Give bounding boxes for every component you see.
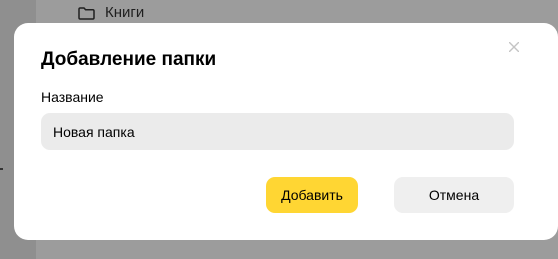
close-icon <box>509 42 519 52</box>
folder-name-input[interactable] <box>41 113 514 150</box>
name-field-label: Название <box>41 89 104 105</box>
add-button[interactable]: Добавить <box>266 177 358 213</box>
close-button[interactable] <box>506 39 522 55</box>
dialog-title: Добавление папки <box>41 49 217 70</box>
background-marker <box>0 168 3 170</box>
folder-icon <box>78 6 95 20</box>
add-folder-dialog: Добавление папки Название Добавить Отмен… <box>14 23 558 240</box>
background-folder-row: Книги <box>78 3 144 23</box>
cancel-button[interactable]: Отмена <box>394 177 514 213</box>
folder-label: Книги <box>105 4 145 21</box>
